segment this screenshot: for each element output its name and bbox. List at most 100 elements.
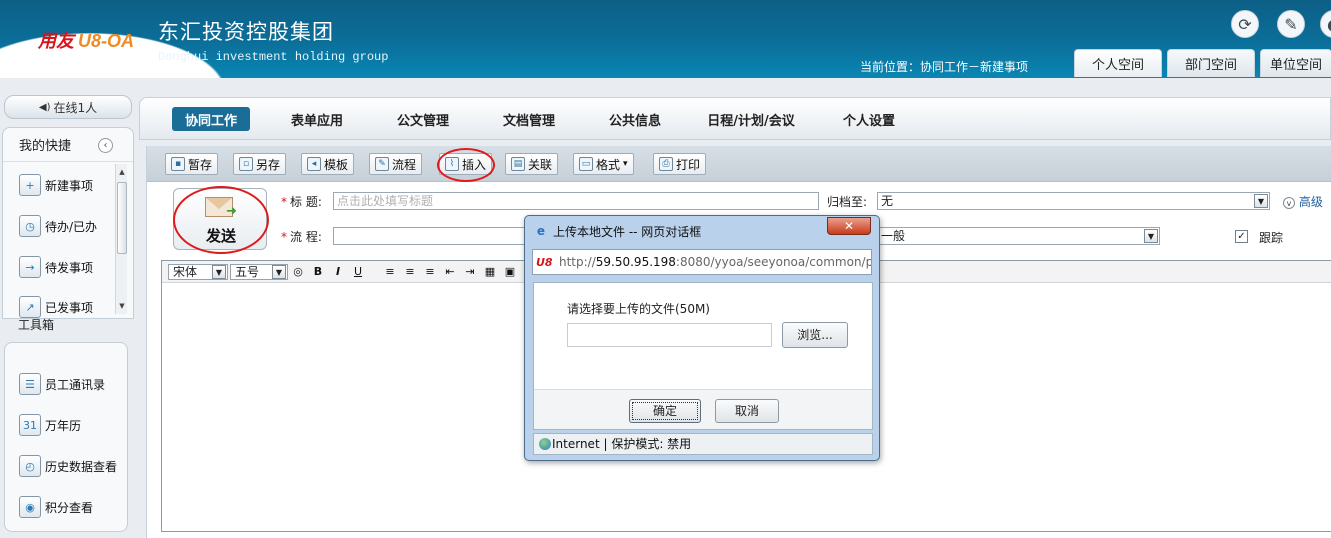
nav-forms[interactable]: 表单应用 [280,107,354,131]
tool-label: 积分查看 [45,500,94,515]
template-icon: ◂ [307,157,321,171]
nav-public-info[interactable]: 公共信息 [598,107,672,131]
nav-collaboration[interactable]: 协同工作 [172,107,250,131]
browse-button[interactable]: 浏览... [782,322,848,348]
status-text: Internet | 保护模式: 禁用 [552,437,692,451]
file-path-input[interactable] [567,323,772,347]
tool-contacts[interactable]: ☰ 员工通讯录 [19,369,105,399]
url-path: :8080/yyoa/seeyonoa/common/po [675,255,872,269]
outdent-icon[interactable]: ⇤ [442,264,458,280]
title-input[interactable]: 点击此处填写标题 [333,192,819,210]
tab-personal-space[interactable]: 个人空间 [1074,49,1162,77]
tool-points[interactable]: ◉ 积分查看 [19,492,93,522]
logo-brand: 用友 [38,31,74,51]
template-button[interactable]: ◂ 模板 [301,153,355,175]
archive-select[interactable]: 无 ▼ [877,192,1270,210]
label-text: 标 题: [290,195,322,209]
expand-icon: v [1283,197,1295,209]
url-prefix: http:// [559,255,596,269]
logo-product: U8-OA [78,31,135,51]
shortcut-label: 待发事项 [45,260,94,275]
button-label: 另存 [256,157,281,172]
scroll-up-icon[interactable]: ▲ [117,166,127,178]
tool-calendar[interactable]: 31 万年历 [19,410,81,440]
nav-personal-settings[interactable]: 个人设置 [832,107,906,131]
scroll-down-icon[interactable]: ▼ [117,300,127,312]
save-draft-button[interactable]: ▪ 暂存 [165,153,219,175]
button-label: 暂存 [188,157,213,172]
track-checkbox[interactable]: ✓ [1235,230,1248,243]
italic-button[interactable]: I [330,264,346,280]
shortcut-label: 待办/已办 [45,219,98,234]
flow-input[interactable] [333,227,533,245]
tools-icon[interactable]: ✎ [1277,10,1305,38]
importance-select[interactable]: 一般 ▼ [877,227,1160,245]
button-label: 模板 [324,157,349,172]
shortcut-label: 新建事项 [45,178,94,193]
dialog-button-bar: 确定 取消 [534,389,872,429]
todo-icon: ◷ [19,215,41,237]
format-button[interactable]: ▭ 格式 ▾ [573,153,634,175]
nav-documents[interactable]: 文档管理 [492,107,566,131]
scroll-thumb[interactable] [117,182,127,254]
history-icon: ◴ [19,455,41,477]
shortcut-new-item[interactable]: + 新建事项 [19,170,93,200]
sent-items-icon: ↗ [19,296,41,318]
tool-label: 历史数据查看 [45,459,118,474]
chevron-down-icon[interactable]: ▼ [1254,194,1268,208]
online-users[interactable]: ◀) 在线1人 [4,95,132,119]
shortcut-sent-items[interactable]: ↗ 已发事项 [19,292,94,318]
online-count: 在线1人 [53,100,98,115]
refresh-icon[interactable]: ⟳ [1231,10,1259,38]
archive-value: 无 [881,194,894,208]
align-right-icon[interactable]: ≡ [422,264,438,280]
speaker-icon: ◀) [38,101,51,113]
bold-button[interactable]: B [310,264,326,280]
workflow-button[interactable]: ✎ 流程 [369,153,423,175]
shortcut-scrollbar[interactable]: ▲ ▼ [115,164,127,314]
indent-icon[interactable]: ⇥ [462,264,478,280]
align-center-icon[interactable]: ≡ [402,264,418,280]
cancel-button[interactable]: 取消 [715,399,779,423]
font-value: 宋体 [173,265,198,279]
underline-button[interactable]: U [350,264,366,280]
breadcrumb: 当前位置：协同工作－新建事项 [860,60,1029,74]
save-as-button[interactable]: ▫ 另存 [233,153,287,175]
shortcut-label: 已发事项 [45,300,94,315]
align-left-icon[interactable]: ≡ [382,264,398,280]
user-icon[interactable]: ◐ [1320,10,1331,38]
ok-button[interactable]: 确定 [629,399,701,423]
toolbox-title: 工具箱 [18,318,55,332]
tool-history[interactable]: ◴ 历史数据查看 [19,451,117,481]
link-button[interactable]: ▤ 关联 [505,153,559,175]
shortcut-header: 我的快捷 ‹ [3,128,133,162]
tool-label: 万年历 [45,418,82,433]
toolbox-panel: ☰ 员工通讯录 31 万年历 ◴ 历史数据查看 ◉ 积分查看 [4,342,128,532]
close-icon[interactable]: ✕ [827,217,871,235]
highlight-insert [437,148,495,182]
upload-dialog: e 上传本地文件 -- 网页对话框 ✕ http://59.50.95.198:… [524,215,880,461]
font-select[interactable]: 宋体 ▼ [168,264,228,280]
tab-department-space[interactable]: 部门空间 [1167,49,1255,77]
format-icon: ▭ [579,157,593,171]
size-select[interactable]: 五号 ▼ [230,264,288,280]
link-icon: ▤ [511,157,525,171]
chevron-down-icon[interactable]: ▼ [1144,229,1158,243]
advanced-link[interactable]: v 高级 [1283,193,1323,210]
nav-schedule[interactable]: 日程/计划/会议 [696,107,806,131]
shortcut-pending-send[interactable]: → 待发事项 [19,252,93,282]
table-icon[interactable]: ▦ [482,264,498,280]
chevron-down-icon: ▼ [212,265,226,279]
collapse-icon[interactable]: ‹ [98,138,113,153]
print-button[interactable]: ⎙ 打印 [653,153,707,175]
chevron-down-icon: ▾ [623,159,628,169]
tab-unit-space[interactable]: 单位空间 [1260,49,1331,77]
font-color-icon[interactable]: ◎ [290,264,306,280]
nav-documents-official[interactable]: 公文管理 [386,107,460,131]
image-icon[interactable]: ▣ [502,264,518,280]
title-label: * 标 题: [281,195,322,209]
workflow-icon: ✎ [375,157,389,171]
shortcut-todo[interactable]: ◷ 待办/已办 [19,211,97,241]
button-label: 打印 [676,157,701,172]
pending-send-icon: → [19,256,41,278]
